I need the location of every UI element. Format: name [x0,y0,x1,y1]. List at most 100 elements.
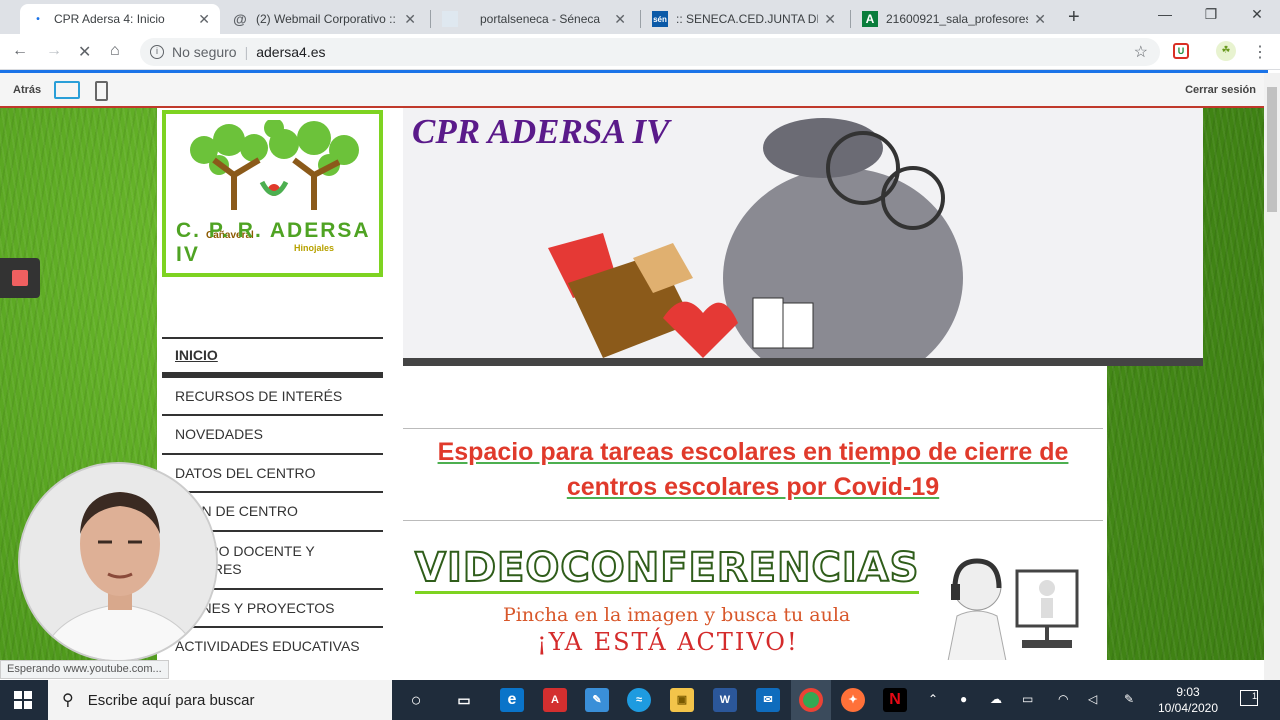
tray-chevron-icon[interactable]: ⌃ [928,692,938,706]
loading-icon: • [36,13,40,25]
logout-link[interactable]: Cerrar sesión [1185,84,1256,96]
pen-tray-icon[interactable]: ✎ [1124,692,1134,706]
seneca-logo-icon: sén [652,11,668,27]
close-icon[interactable]: ✕ [614,11,626,28]
stop-loading-icon[interactable]: ✕ [78,42,91,62]
tab-portalseneca[interactable]: portalseneca - Séneca ✕ [432,4,636,34]
info-icon[interactable]: i [150,45,164,59]
webcam-overlay [18,462,218,662]
restore-button[interactable]: ❐ [1188,6,1234,23]
page-scrollbar[interactable] [1264,73,1280,680]
close-icon[interactable]: ✕ [1034,11,1046,28]
search-placeholder: Escribe aquí para buscar [87,691,255,709]
school-name: C. P. R. ADERSA IV [176,219,370,266]
videoconference-instructions[interactable]: Pincha en la imagen y busca tu aula [503,604,850,626]
record-icon [12,270,28,286]
chrome-icon[interactable] [799,688,823,712]
clock-time: 9:03 [1176,685,1200,699]
volume-icon[interactable]: ◁ [1088,692,1097,706]
url-text[interactable]: adersa4.es [256,44,325,60]
close-icon[interactable]: ✕ [198,11,210,28]
divider [403,520,1103,521]
at-icon: @ [233,11,247,27]
record-button[interactable] [0,258,40,298]
pen-app-icon[interactable]: ✎ [585,688,609,712]
netflix-icon[interactable]: N [883,688,907,712]
scroll-thumb[interactable] [1267,87,1277,212]
address-bar[interactable]: i No seguro | adersa4.es ☆ [140,38,1160,66]
tab-title: :: SENECA.CED.JUNTA DE AN [676,12,818,26]
close-icon[interactable]: ✕ [824,11,836,28]
nav-novedades[interactable]: NOVEDADES [162,414,383,453]
tab-title: CPR Adersa 4: Inicio [54,12,165,26]
divider [403,428,1103,429]
tab-separator [430,10,431,28]
acrobat-icon[interactable]: A [543,688,567,712]
desktop-preview-icon[interactable] [54,81,80,99]
teams-app-icon[interactable]: ≈ [627,688,651,712]
tab-separator [850,10,851,28]
notification-icon[interactable]: 1 [1240,690,1258,706]
school-logo[interactable]: Cañaveral Hinojales C. P. R. ADERSA IV [162,110,383,277]
minimize-button[interactable]: — [1142,6,1188,22]
home-icon[interactable]: ⌂ [110,42,120,60]
videoconference-illustration[interactable] [947,556,1097,660]
status-bar: Esperando www.youtube.com... [0,660,169,679]
cortana-icon[interactable]: ○ [404,688,428,712]
close-window-button[interactable]: ✕ [1234,6,1280,23]
mobile-preview-icon[interactable] [95,81,108,101]
tab-title: 21600921_sala_profesores [886,12,1029,26]
browser-toolbar: ← → ✕ ⌂ i No seguro | adersa4.es ☆ [0,34,1280,70]
covid-tasks-link[interactable]: Espacio para tareas escolares en tiempo … [403,435,1103,505]
back-link[interactable]: Atrás [13,84,41,96]
videoconference-title[interactable]: VIDEOCONFERENCIAS [414,547,920,594]
page-content: Cañaveral Hinojales C. P. R. ADERSA IV I… [157,108,1203,660]
battery-icon[interactable]: ▭ [1022,692,1033,706]
security-label: No seguro [172,44,237,60]
taskbar-search[interactable]: ⚲ Escribe aquí para buscar [48,680,392,720]
nav-datos-centro[interactable]: DATOS DEL CENTRO [162,452,383,492]
profile-avatar[interactable]: ☘ [1216,41,1236,61]
tab-seneca-junta[interactable]: sén :: SENECA.CED.JUNTA DE AN ✕ [642,4,846,34]
back-arrow-icon[interactable]: ← [12,42,28,60]
presenter-video [20,464,216,660]
task-view-icon[interactable]: ▭ [452,688,476,712]
wifi-icon[interactable]: ◠ [1058,692,1068,706]
extension-icon[interactable]: U [1173,43,1189,59]
edge-icon[interactable]: e [500,688,524,712]
seneca-icon [442,11,458,27]
file-explorer-icon[interactable]: ▣ [670,688,694,712]
site-preview-bar: Atrás Cerrar sesión [0,73,1264,108]
nav-actividades[interactable]: ACTIVIDADES EDUCATIVAS [162,626,383,660]
new-tab-button[interactable]: + [1068,6,1080,29]
bookmark-star-icon[interactable]: ☆ [1134,42,1148,62]
junta-logo-icon: A [862,11,878,27]
close-icon[interactable]: ✕ [404,11,416,28]
tab-title: (2) Webmail Corporativo :: E [256,12,399,26]
divider: | [244,44,249,60]
onedrive-icon[interactable]: ☁ [990,692,1002,706]
tree-logo-icon [190,120,359,210]
windows-start-icon[interactable] [14,691,32,709]
tab-strip: • CPR Adersa 4: Inicio ✕ @ (2) Webmail C… [0,0,1280,34]
nav-recursos[interactable]: RECURSOS DE INTERÉS [162,375,383,415]
banner-title: CPR ADERSA IV [412,112,670,151]
microphone-icon[interactable]: ● [960,692,967,706]
word-icon[interactable]: W [713,688,737,712]
mail-icon[interactable]: ✉ [756,688,780,712]
tab-cpr-adersa[interactable]: • CPR Adersa 4: Inicio ✕ [20,4,220,34]
clock[interactable]: 9:03 10/04/2020 [1150,684,1226,716]
forward-arrow-icon[interactable]: → [46,42,62,60]
taskbar: ⚲ Escribe aquí para buscar ○ ▭ e A ✎ ≈ ▣… [0,680,1280,720]
videoconference-active-label[interactable]: ¡YA ESTÁ ACTIVO! [537,628,799,656]
clock-date: 10/04/2020 [1157,701,1219,715]
search-icon: ⚲ [62,692,74,709]
firefox-icon[interactable]: ✦ [841,688,865,712]
nav-inicio[interactable]: INICIO [162,337,383,376]
tab-sala-profesores[interactable]: A 21600921_sala_profesores ✕ [852,4,1056,34]
browser-menu-icon[interactable]: ⋮ [1252,42,1268,62]
tab-webmail[interactable]: @ (2) Webmail Corporativo :: E ✕ [222,4,426,34]
tab-title: portalseneca - Séneca [480,12,601,26]
tab-separator [640,10,641,28]
header-banner: CPR ADERSA IV [403,108,1203,366]
